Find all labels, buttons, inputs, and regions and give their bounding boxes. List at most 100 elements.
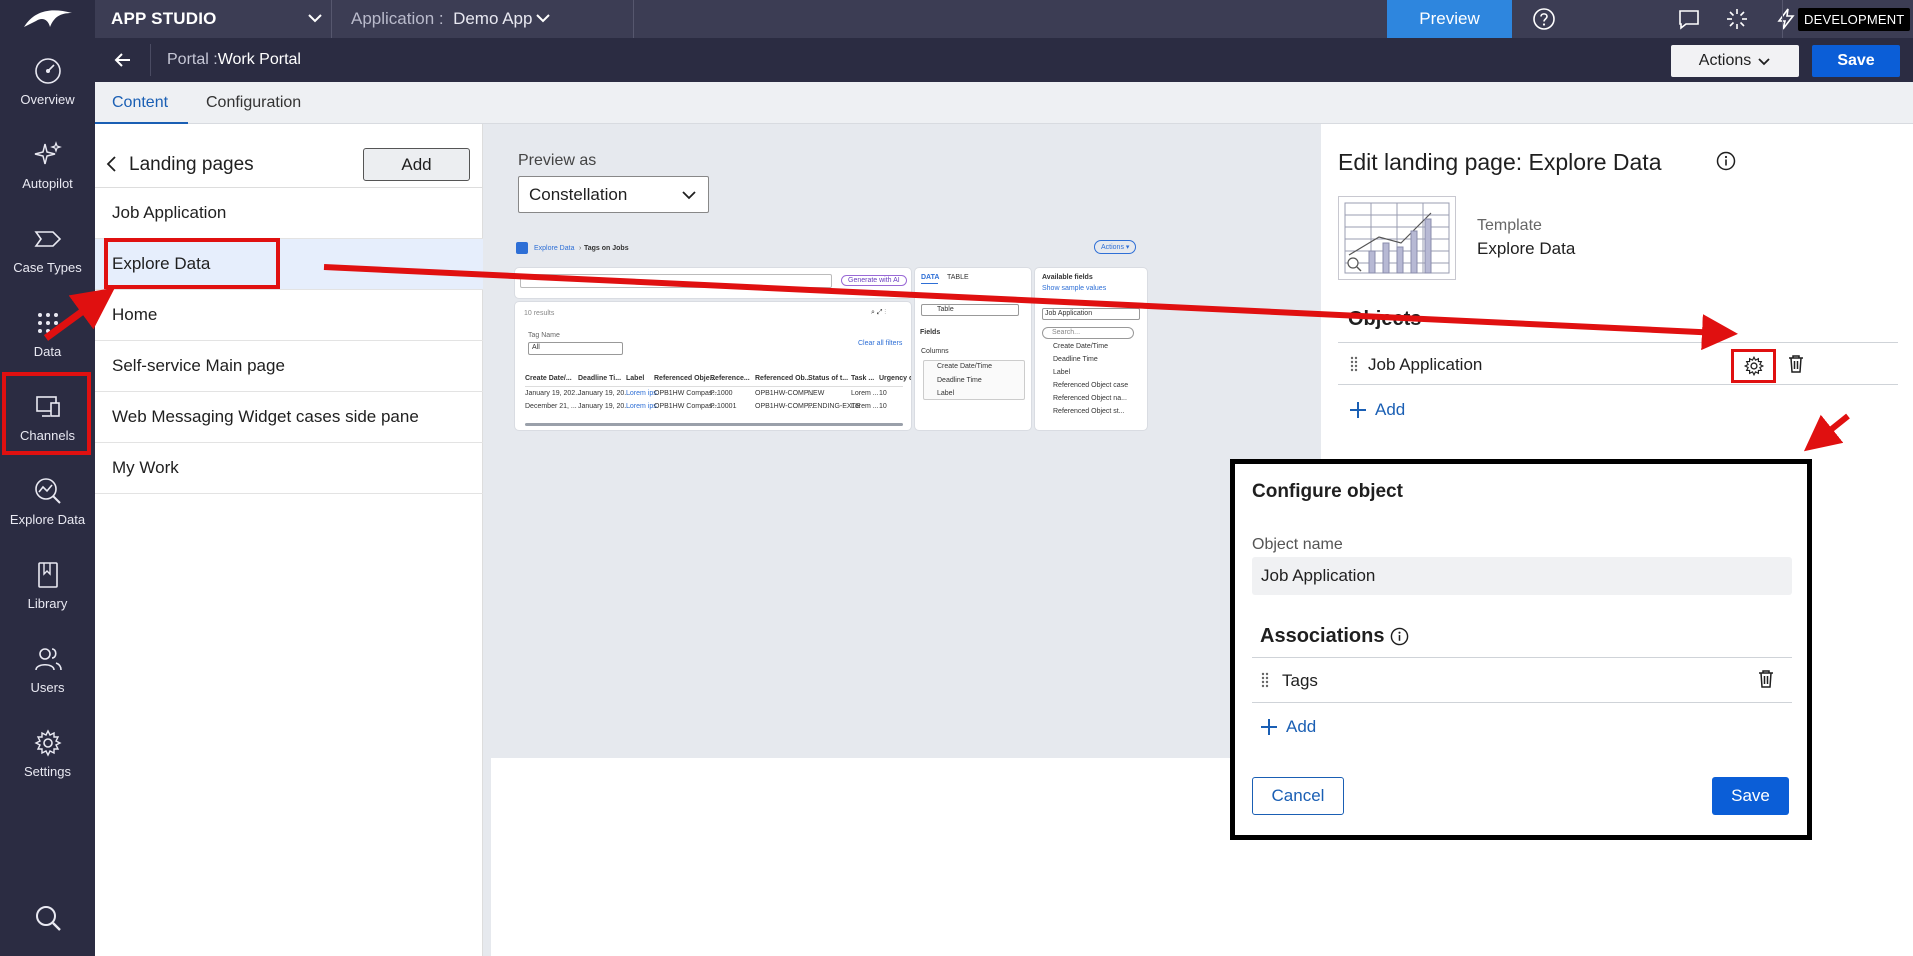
info-icon[interactable] (1390, 627, 1409, 646)
object-name: Job Application (1368, 355, 1483, 374)
actions-button[interactable]: Actions (1671, 45, 1799, 77)
rail-settings[interactable]: Settings (0, 712, 95, 794)
mini-table-cell: Lorem ips (626, 403, 657, 410)
drag-handle-icon[interactable] (1350, 356, 1358, 377)
association-row: Tags (1252, 657, 1792, 703)
modal-save-button[interactable]: Save (1712, 777, 1789, 815)
tab-content[interactable]: Content (112, 82, 168, 124)
rail-explore-data[interactable]: Explore Data (0, 460, 95, 542)
mini-table-cell: January 19, 20... (578, 390, 631, 397)
mini-table-cell: P-1000 (710, 390, 733, 397)
chevron-down-icon (1758, 58, 1770, 66)
rail-autopilot[interactable]: Autopilot (0, 124, 95, 206)
annotation-box-channels (2, 372, 91, 455)
mini-results: 10 results (524, 310, 555, 317)
cancel-button[interactable]: Cancel (1252, 777, 1344, 815)
landing-page-item[interactable]: Self-service Main page (95, 341, 483, 392)
add-object-label: Add (1375, 400, 1406, 419)
mini-table-cell: 10 (879, 390, 887, 397)
preview-button[interactable]: Preview (1387, 0, 1512, 38)
rail-users[interactable]: Users (0, 628, 95, 710)
preview-as-select[interactable]: Constellation (518, 176, 709, 213)
configure-object-button[interactable] (1731, 349, 1776, 383)
add-object-button[interactable]: Add (1349, 400, 1405, 420)
rail-label: Users (30, 679, 65, 695)
landing-page-item[interactable]: Web Messaging Widget cases side pane (95, 392, 483, 443)
rail-case-types[interactable]: Case Types (0, 208, 95, 290)
mini-show-sample: Show sample values (1042, 285, 1107, 292)
chat-icon[interactable] (1669, 0, 1709, 38)
mini-avail-item: Referenced Object case (1053, 382, 1129, 389)
association-name: Tags (1282, 671, 1318, 690)
dots-grid-icon (37, 312, 58, 333)
chevron-down-icon[interactable] (535, 9, 551, 32)
save-button[interactable]: Save (1812, 45, 1900, 77)
rail-label: Explore Data (9, 511, 86, 527)
mini-avail-item: Deadline Time (1053, 356, 1098, 363)
mini-data-panel: DATA TABLE Table Fields Columns Create D… (915, 268, 1031, 430)
mini-data-tab: DATA (921, 274, 940, 281)
add-association-button[interactable]: Add (1260, 717, 1316, 737)
help-icon[interactable] (1524, 0, 1564, 38)
mini-breadcrumb-2: Tags on Jobs (584, 245, 629, 252)
logo-icon[interactable] (0, 0, 95, 38)
top-bar: APP STUDIO Application : Demo App Previe… (95, 0, 1913, 38)
rail-label: Settings (24, 763, 71, 779)
trash-icon[interactable] (1757, 669, 1775, 694)
add-landing-page-button[interactable]: Add (363, 148, 470, 181)
mini-breadcrumb-1: Explore Data (534, 245, 575, 252)
mini-table-cell: OPB1HW Compas... (654, 390, 719, 397)
divider (150, 44, 151, 76)
book-icon (37, 561, 58, 588)
rail-overview[interactable]: Overview (0, 40, 95, 122)
chevron-shape-icon (33, 230, 61, 247)
mini-table-header-cell: Referenced Ob... (755, 375, 811, 382)
portal-title: Portal :Work Portal (167, 51, 301, 69)
landing-page-item[interactable]: My Work (95, 443, 483, 494)
tab-label: Configuration (206, 94, 302, 111)
portal-name: Work Portal (217, 51, 301, 68)
gauge-icon (34, 57, 61, 84)
drag-handle-icon[interactable] (1261, 672, 1269, 693)
back-arrow-icon[interactable] (113, 50, 133, 75)
mini-table-cell: OPB1HW Compas... (654, 403, 719, 410)
landing-page-item[interactable]: Job Application (95, 188, 483, 239)
divider (1782, 0, 1783, 38)
rail-library[interactable]: Library (0, 544, 95, 626)
info-icon[interactable] (1716, 151, 1736, 176)
edit-title: Edit landing page: Explore Data (1338, 149, 1662, 175)
add-association-label: Add (1286, 717, 1317, 736)
mini-table-cell: December 21, ... (525, 403, 577, 410)
chevron-down-icon[interactable] (307, 9, 323, 32)
landing-page-item[interactable]: Home (95, 290, 483, 341)
application-switcher[interactable]: Application : Demo App (351, 9, 532, 29)
search-icon[interactable] (0, 896, 95, 940)
mini-table-select: Table (937, 306, 954, 313)
mini-table-cell: Lorem ... (851, 390, 879, 397)
mini-table-header-cell: Create Date/... (525, 375, 572, 382)
content-tabs: Content Configuration (95, 82, 1913, 124)
preview-as-value: Constellation (529, 184, 628, 204)
actions-label: Actions (1698, 52, 1752, 69)
rail-data[interactable]: Data (0, 292, 95, 374)
object-name-field[interactable]: Job Application (1252, 557, 1792, 595)
chevron-left-icon[interactable] (105, 155, 119, 178)
mini-table-cell: January 19, 202... (525, 390, 582, 397)
template-thumbnail (1338, 196, 1456, 280)
objects-heading: Objects (1348, 308, 1422, 330)
mini-col-item: Create Date/Time (937, 363, 992, 370)
landing-pages-title: Landing pages (129, 154, 254, 175)
rail-label: Case Types (13, 259, 82, 275)
mini-actions-button: Actions ▾ (1094, 240, 1137, 254)
users-icon (34, 647, 62, 670)
mini-table-header-cell: Status of t... (808, 375, 849, 382)
mini-col-item: Deadline Time (937, 377, 982, 384)
tab-configuration[interactable]: Configuration (206, 82, 301, 124)
trash-icon[interactable] (1787, 354, 1805, 379)
left-rail: Overview Autopilot Case Types Data Chann… (0, 0, 95, 956)
divider (633, 0, 634, 38)
mini-clear-filters: Clear all filters (858, 340, 903, 347)
mini-available-panel: Available fields Show sample values Job … (1035, 268, 1147, 430)
mini-results-card: 10 results ⌕ ⤢ ⋮ Tag Name All Clear all … (515, 302, 911, 430)
loader-icon[interactable] (1717, 0, 1757, 38)
